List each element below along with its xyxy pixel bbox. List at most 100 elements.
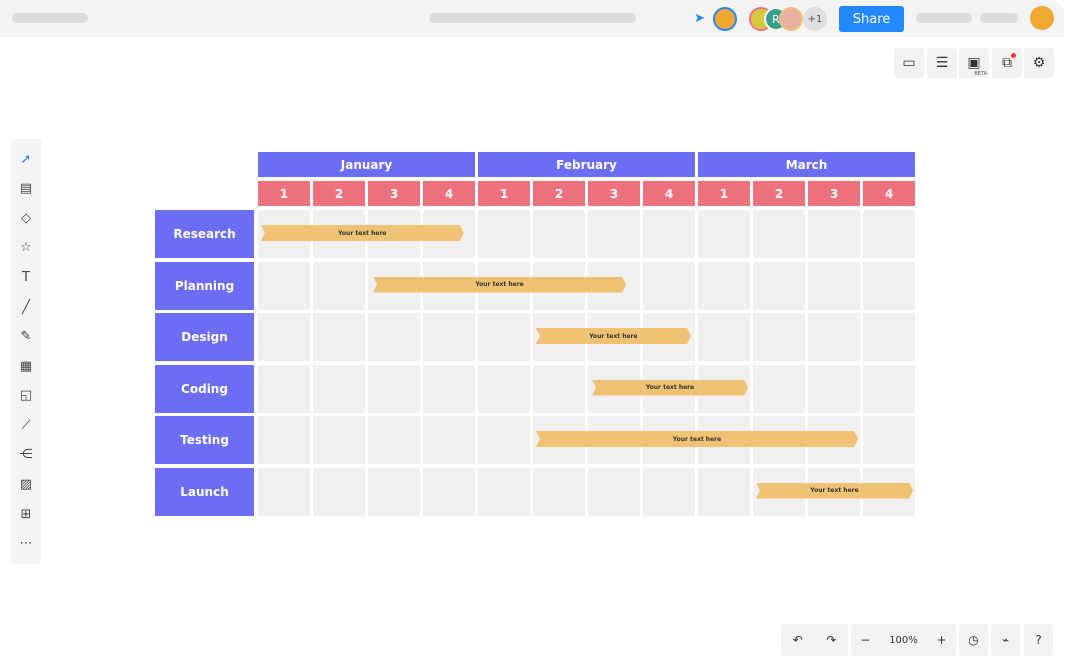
image-icon[interactable]: ▨ — [11, 473, 41, 495]
grid-cell — [808, 364, 860, 413]
history-icon[interactable]: ◷ — [959, 624, 988, 656]
grid-cell — [698, 313, 750, 361]
share-button[interactable]: Share — [839, 6, 904, 32]
grid-cell — [753, 210, 805, 258]
template-icon[interactable]: ▤ — [11, 177, 41, 199]
pen-icon[interactable]: ✎ — [11, 325, 41, 347]
week-header: 2 — [753, 181, 805, 206]
week-header: 4 — [643, 181, 695, 206]
week-header: 3 — [368, 181, 420, 206]
grid-cell — [753, 261, 805, 310]
grid-cell — [753, 364, 805, 413]
line-icon[interactable]: ╱ — [11, 296, 41, 318]
task-bar: Your text here — [592, 380, 748, 396]
chat-icon[interactable]: ⧉ — [992, 48, 1022, 78]
grid-cell — [808, 210, 860, 258]
table-icon[interactable]: ▦ — [11, 355, 41, 377]
week-header: 1 — [258, 181, 310, 206]
week-header: 3 — [588, 181, 640, 206]
task-bar: Your text here — [373, 277, 626, 293]
comment-icon[interactable]: ☰ — [927, 48, 957, 78]
activity-icon[interactable]: ⌁ — [991, 624, 1020, 656]
redo-icon[interactable]: ↷ — [826, 633, 836, 647]
task-bar: Your text here — [536, 328, 691, 344]
task-bar: Your text here — [536, 431, 858, 447]
grid-cell — [478, 313, 530, 361]
zoom-out-button[interactable]: − — [860, 633, 870, 647]
task-label: Testing — [155, 416, 254, 464]
grid-cell — [478, 467, 530, 516]
grid-cell — [588, 210, 640, 258]
chart-icon[interactable]: ⟋ — [11, 414, 41, 436]
collaborator-avatar[interactable] — [779, 7, 803, 31]
grid-cell — [368, 364, 420, 413]
grid-cell — [863, 210, 915, 258]
grid-cell — [258, 261, 310, 310]
task-label: Launch — [155, 467, 254, 516]
top-bar: ➤ R +1 Share — [0, 0, 1064, 37]
placeholder — [916, 13, 972, 23]
more-collaborators[interactable]: +1 — [803, 7, 827, 31]
week-header: 1 — [478, 181, 530, 206]
grid-cell — [258, 313, 310, 361]
grid-cell — [753, 313, 805, 361]
grid-cell — [258, 467, 310, 516]
week-header: 3 — [808, 181, 860, 206]
grid-cell — [863, 261, 915, 310]
grid-cell — [808, 261, 860, 310]
grid-cell — [313, 313, 365, 361]
grid-cell — [423, 364, 475, 413]
sticky-note-icon[interactable]: ◱ — [11, 384, 41, 406]
placeholder — [980, 13, 1018, 23]
grid-cell — [478, 416, 530, 464]
grid-cell — [313, 467, 365, 516]
task-label: Planning — [155, 261, 254, 310]
week-header: 4 — [863, 181, 915, 206]
undo-icon[interactable]: ↶ — [793, 633, 803, 647]
video-icon[interactable]: ▣ BETA — [959, 48, 989, 78]
week-header: 4 — [423, 181, 475, 206]
grid-cell — [368, 313, 420, 361]
help-icon[interactable]: ? — [1024, 624, 1053, 656]
settings-icon[interactable]: ⚙ — [1024, 48, 1054, 78]
month-header: January — [258, 152, 475, 177]
month-header: March — [698, 152, 915, 177]
grid-cell — [368, 416, 420, 464]
zoom-in-button[interactable]: + — [937, 633, 947, 647]
embed-icon[interactable]: ⊞ — [11, 503, 41, 525]
grid-cell — [423, 467, 475, 516]
mindmap-icon[interactable]: ⋲ — [11, 443, 41, 465]
week-header: 1 — [698, 181, 750, 206]
zoom-level[interactable]: 100% — [889, 635, 918, 646]
grid-cell — [863, 416, 915, 464]
grid-cell — [478, 364, 530, 413]
grid-cell — [368, 467, 420, 516]
grid-cell — [643, 261, 695, 310]
task-bar: Your text here — [261, 225, 464, 241]
grid-cell — [698, 261, 750, 310]
doc-title-placeholder[interactable] — [12, 13, 88, 23]
grid-cell — [533, 210, 585, 258]
grid-cell — [313, 416, 365, 464]
grid-cell — [643, 210, 695, 258]
text-icon[interactable]: T — [11, 266, 41, 288]
grid-cell — [533, 467, 585, 516]
pages-icon[interactable]: ▭ — [894, 48, 924, 78]
more-icon[interactable]: ⋯ — [11, 532, 41, 554]
grid-cell — [808, 313, 860, 361]
star-icon[interactable]: ☆ — [11, 236, 41, 258]
avatar[interactable] — [713, 7, 737, 31]
shapes-icon[interactable]: ◇ — [11, 207, 41, 229]
task-label: Coding — [155, 364, 254, 413]
zoom-controls: − 100% + — [851, 624, 956, 656]
cursor-icon[interactable]: ➤ — [694, 11, 705, 26]
grid-cell — [698, 467, 750, 516]
grid-cell — [643, 467, 695, 516]
user-avatar[interactable] — [1030, 6, 1054, 30]
grid-cell — [313, 364, 365, 413]
left-toolbar: ➚ ▤ ◇ ☆ T ╱ ✎ ▦ ◱ ⟋ ⋲ ▨ ⊞ ⋯ — [11, 139, 41, 564]
task-bar: Your text here — [756, 483, 913, 499]
select-icon[interactable]: ➚ — [11, 148, 41, 170]
grid-cell — [258, 364, 310, 413]
grid-cell — [313, 261, 365, 310]
